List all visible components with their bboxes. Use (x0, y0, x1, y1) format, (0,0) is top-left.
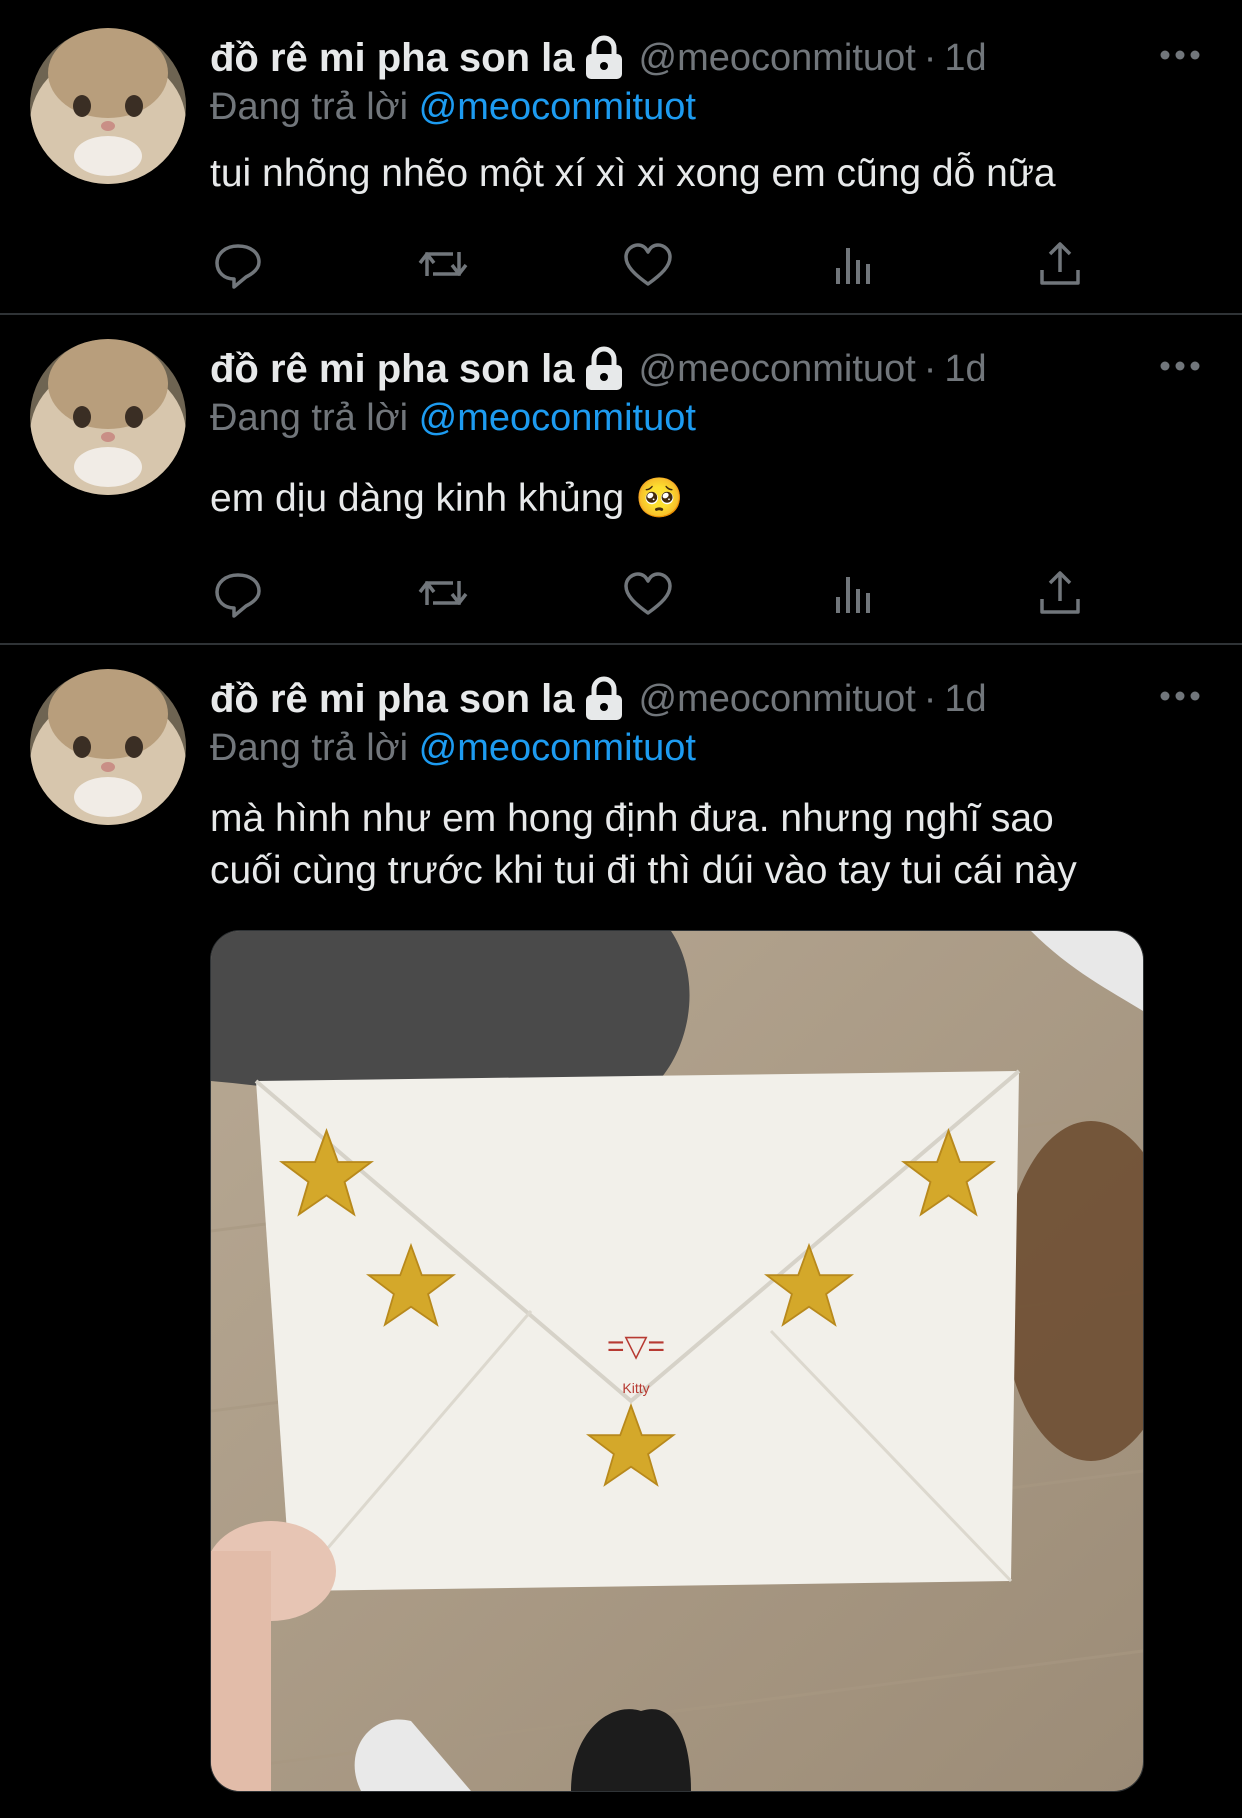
mention-link[interactable]: @meoconmituot (419, 727, 696, 769)
tweet-media-image[interactable]: =▽= Kitty (210, 930, 1144, 1792)
lock-icon (583, 346, 625, 392)
action-bar (210, 236, 1100, 292)
lock-icon (583, 676, 625, 722)
like-icon[interactable] (620, 236, 676, 292)
action-bar (210, 565, 1100, 621)
reply-icon[interactable] (210, 565, 266, 621)
lock-icon (583, 35, 625, 81)
avatar[interactable] (30, 669, 186, 825)
like-icon[interactable] (620, 565, 676, 621)
tweet-text: tui nhõng nhẽo một xí xì xi xong em cũng… (210, 152, 1056, 195)
retweet-icon[interactable] (415, 565, 471, 621)
tweet[interactable]: đồ rê mi pha son la @meoconmituot · 1d Đ… (0, 0, 1242, 313)
more-icon[interactable] (1155, 351, 1205, 381)
timestamp[interactable]: 1d (944, 348, 986, 391)
timestamp[interactable]: 1d (944, 37, 986, 80)
replying-label: Đang trả lời (210, 397, 409, 439)
share-icon[interactable] (1032, 236, 1088, 292)
separator-dot: · (923, 36, 937, 79)
user-handle[interactable]: @meoconmituot (639, 348, 916, 391)
views-icon[interactable] (826, 236, 882, 292)
user-handle[interactable]: @meoconmituot (639, 678, 916, 721)
tweet-text: em dịu dàng kinh khủng 🥺 (210, 477, 684, 520)
reply-icon[interactable] (210, 236, 266, 292)
display-name[interactable]: đồ rê mi pha son la (210, 677, 575, 722)
tweet[interactable]: đồ rê mi pha son la @meoconmituot · 1d Đ… (0, 315, 1242, 643)
avatar[interactable] (30, 28, 186, 184)
separator-dot: · (923, 677, 937, 720)
envelope-label: Kitty (622, 1380, 649, 1396)
tweet-text-line: mà hình như em hong định đưa. nhưng nghĩ… (210, 797, 1054, 840)
envelope-drawing: =▽= (607, 1330, 665, 1363)
user-handle[interactable]: @meoconmituot (639, 37, 916, 80)
display-name[interactable]: đồ rê mi pha son la (210, 347, 575, 392)
more-icon[interactable] (1155, 681, 1205, 711)
replying-to: Đang trả lời @meoconmituot (210, 397, 696, 440)
more-icon[interactable] (1155, 40, 1205, 70)
mention-link[interactable]: @meoconmituot (419, 397, 696, 439)
replying-label: Đang trả lời (210, 727, 409, 769)
replying-label: Đang trả lời (210, 86, 409, 128)
mention-link[interactable]: @meoconmituot (419, 86, 696, 128)
views-icon[interactable] (826, 565, 882, 621)
display-name[interactable]: đồ rê mi pha son la (210, 36, 575, 81)
tweet-text-line: cuối cùng trước khi tui đi thì dúi vào t… (210, 849, 1077, 892)
replying-to: Đang trả lời @meoconmituot (210, 86, 696, 129)
avatar[interactable] (30, 339, 186, 495)
share-icon[interactable] (1032, 565, 1088, 621)
replying-to: Đang trả lời @meoconmituot (210, 727, 696, 770)
separator-dot: · (923, 347, 937, 390)
retweet-icon[interactable] (415, 236, 471, 292)
timestamp[interactable]: 1d (944, 678, 986, 721)
tweet-text: mà hình như em hong định đưa. nhưng nghĩ… (210, 793, 1210, 897)
